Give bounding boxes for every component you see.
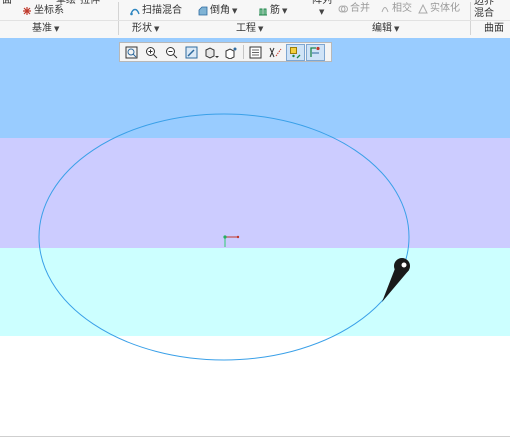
group-surfaces[interactable]: 曲面 [484,22,504,36]
rib-label: 筋 [270,5,280,16]
ribbon-groups-row: 基准 ▼ 形状 ▼ 工程 ▼ 编辑 ▼ 曲面 [0,20,510,38]
ribbon-cut-label[interactable]: 面 [2,0,12,8]
merge-button[interactable]: 合并 [338,2,370,16]
group-engineering[interactable]: 工程 ▼ [236,22,263,36]
group-editing-dropdown-icon: ▼ [394,25,400,33]
ribbon-commands-row: 面 草绘 拉伸 坐标系 扫描混合 倒角 ▼ 筋 ▼ 阵列 ▼ 合并 相交 实体化… [0,0,510,35]
group-surfaces-label: 曲面 [484,23,504,34]
intersect-label: 相交 [392,3,412,14]
solidify-button[interactable]: 实体化 [418,2,460,16]
group-datum-label: 基准 [32,23,52,34]
sweep-blend-icon [130,8,140,16]
group-editing[interactable]: 编辑 ▼ [372,22,399,36]
group-shapes-label: 形状 [132,23,152,34]
group-shapes[interactable]: 形状 ▼ [132,22,159,36]
group-engineering-label: 工程 [236,23,256,34]
solidify-icon [418,4,428,14]
group-datum[interactable]: 基准 ▼ [32,22,59,36]
group-engineering-dropdown-icon: ▼ [258,25,264,33]
chamfer-icon [198,6,208,16]
drag-handle-icon[interactable] [382,258,410,302]
ribbon: 面 草绘 拉伸 坐标系 扫描混合 倒角 ▼ 筋 ▼ 阵列 ▼ 合并 相交 实体化… [0,0,510,39]
solidify-label: 实体化 [430,3,460,14]
sketch-origin-icon [223,235,240,247]
intersect-button[interactable]: 相交 [380,2,412,16]
pattern-dropdown-icon[interactable]: ▼ [319,8,324,16]
sweep-blend-button[interactable]: 扫描混合 [130,4,182,18]
chamfer-label: 倒角 [210,5,230,16]
coordinate-system-button[interactable]: 坐标系 [22,4,64,18]
merge-label: 合并 [350,3,370,14]
coordinate-system-label: 坐标系 [34,5,64,16]
pattern-button[interactable]: 阵列 [312,0,332,8]
intersect-icon [381,7,389,13]
group-datum-dropdown-icon: ▼ [54,25,60,33]
chamfer-dropdown-icon[interactable]: ▼ [232,4,237,18]
chamfer-button[interactable]: 倒角 ▼ [198,4,237,18]
coordinate-system-icon [23,7,31,15]
rib-icon [259,8,267,16]
rib-button[interactable]: 筋 ▼ [258,4,287,18]
extrude-button[interactable]: 拉伸 [80,0,100,8]
status-bar [0,436,510,447]
sketch-canvas[interactable] [0,38,510,436]
group-editing-label: 编辑 [372,23,392,34]
rib-dropdown-icon[interactable]: ▼ [282,4,287,18]
merge-icon [338,5,348,13]
sweep-blend-label: 扫描混合 [142,5,182,16]
boundary-blend-label-bottom[interactable]: 混合 [474,7,494,21]
group-shapes-dropdown-icon: ▼ [154,25,160,33]
